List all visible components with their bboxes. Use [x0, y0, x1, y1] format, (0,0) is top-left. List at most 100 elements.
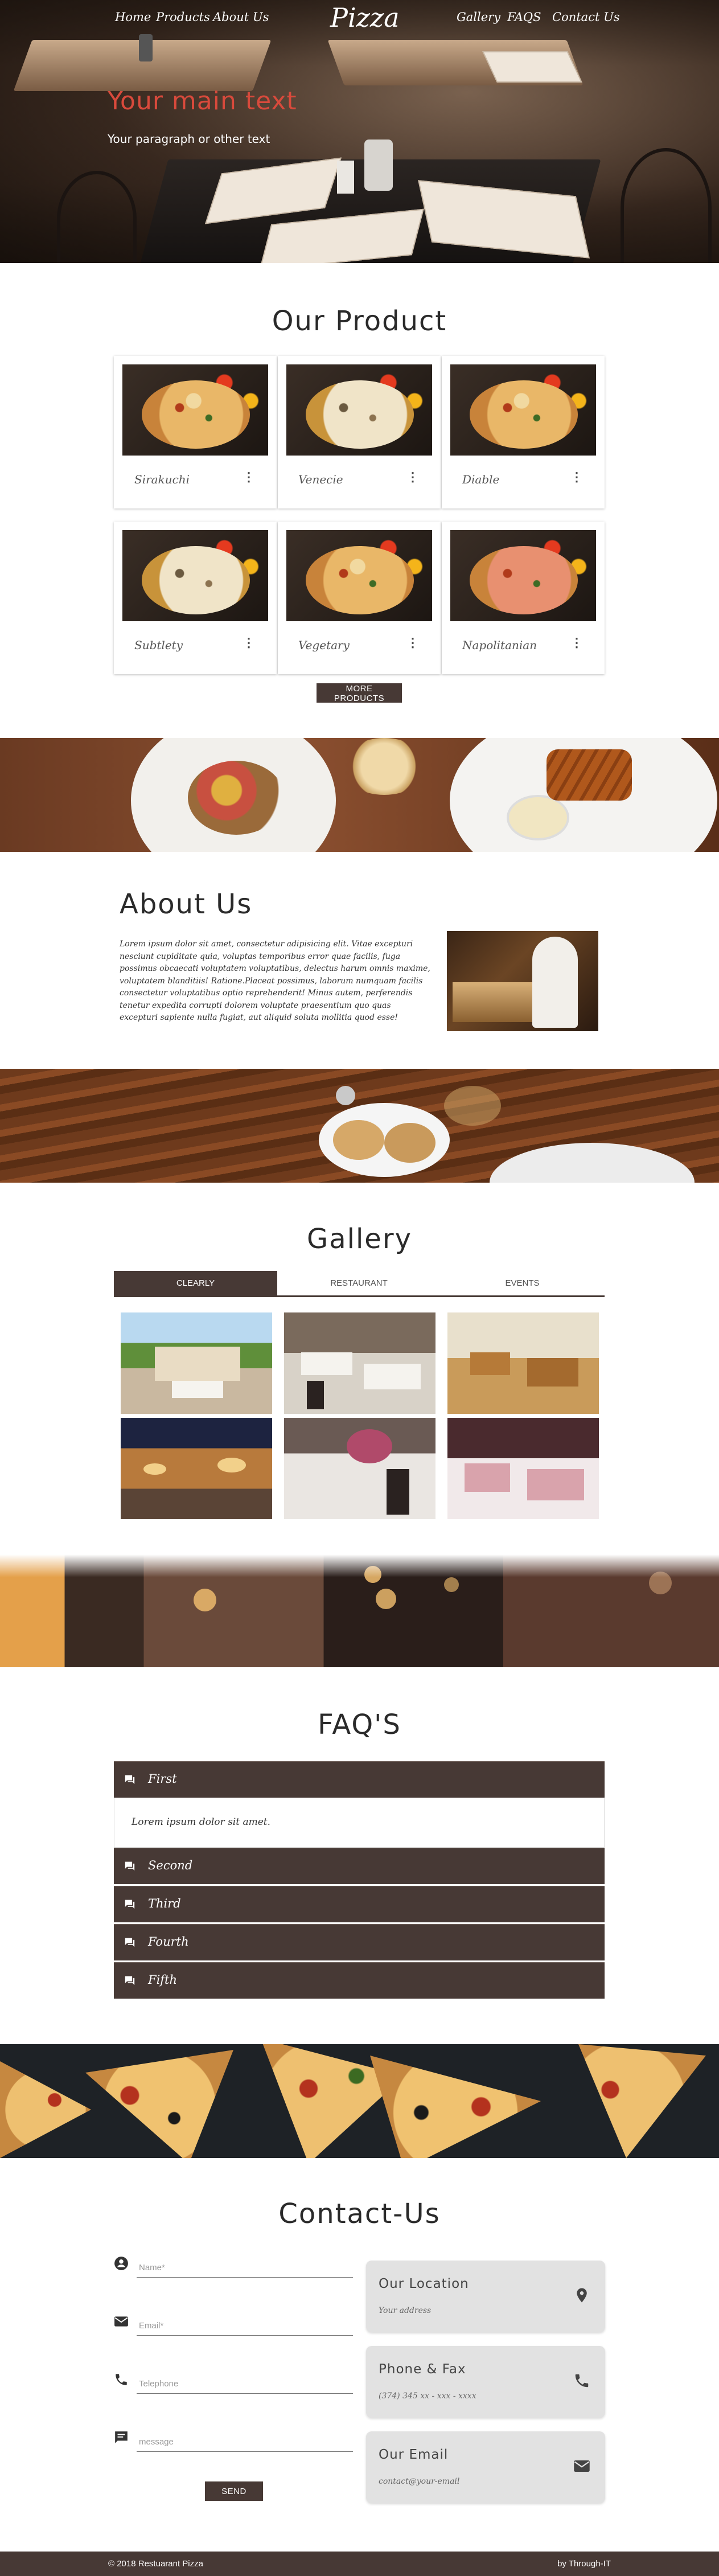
main-navigation: Home Products About Us Pizza Gallery FAQ… [0, 0, 719, 36]
faq-item-third[interactable]: Third [114, 1886, 605, 1922]
more-vert-icon[interactable]: ⋮ [243, 637, 255, 649]
product-image [122, 364, 268, 456]
gallery-image[interactable] [284, 1312, 435, 1414]
product-card[interactable]: Vegetary ⋮ [278, 522, 441, 674]
glass-image [444, 1086, 501, 1126]
gallery-title: Gallery [307, 1223, 412, 1255]
parallax-pizza-band [0, 2044, 719, 2158]
parallax-bread-band [0, 1069, 719, 1183]
location-pin-icon [577, 2288, 587, 2303]
hero-chair [57, 171, 137, 263]
about-chef-image [447, 931, 598, 1031]
hero-condiment [139, 34, 153, 61]
fries-image [547, 749, 632, 801]
about-title: About Us [120, 888, 253, 920]
chat-icon [115, 2431, 128, 2443]
about-text: Lorem ipsum dolor sit amet, consectetur … [120, 940, 430, 1022]
tab-events[interactable]: EVENTS [441, 1271, 604, 1295]
parallax-bokeh-band [0, 1554, 719, 1667]
contact-title: Contact-Us [278, 2198, 441, 2230]
more-vert-icon[interactable]: ⋮ [243, 471, 255, 483]
question-answer-icon [125, 1861, 135, 1871]
question-answer-icon [125, 1900, 135, 1909]
hero-napkin-holder [337, 161, 354, 194]
faq-item-first[interactable]: First [114, 1761, 605, 1798]
gallery-image[interactable] [284, 1418, 435, 1519]
faq-label: Third [148, 1897, 181, 1910]
product-name: Subtlety [134, 638, 183, 652]
nav-faqs[interactable]: FAQS [507, 10, 541, 24]
person-icon [114, 2257, 128, 2270]
tab-restaurant[interactable]: RESTAURANT [277, 1271, 441, 1295]
phone-icon [116, 2374, 127, 2385]
nav-contact-us[interactable]: Contact Us [552, 10, 620, 24]
gallery-image[interactable] [447, 1418, 599, 1519]
name-field[interactable] [137, 2255, 353, 2278]
product-image [450, 364, 596, 456]
product-name: Venecie [298, 473, 343, 486]
email-card: Our Email contact@your-email [366, 2431, 605, 2503]
more-vert-icon[interactable]: ⋮ [406, 637, 419, 649]
email-card-title: Our Email [379, 2447, 449, 2462]
faq-item-fifth[interactable]: Fifth [114, 1962, 605, 1999]
telephone-field[interactable] [137, 2371, 353, 2394]
mail-icon [114, 2316, 128, 2327]
product-image [286, 364, 432, 456]
bread-roll [333, 1120, 384, 1160]
faq-item-fourth[interactable]: Fourth [114, 1924, 605, 1960]
nav-gallery[interactable]: Gallery [457, 10, 500, 24]
email-field[interactable] [137, 2313, 353, 2336]
hero-chair [621, 148, 712, 263]
plate-food [188, 761, 285, 835]
hero-placemat [482, 51, 582, 83]
brand-logo[interactable]: Pizza [330, 2, 400, 33]
footer-credit[interactable]: by Through-IT [557, 2559, 611, 2569]
faq-answer-text: Lorem ipsum dolor sit amet. [132, 1816, 271, 1828]
salt-shaker [336, 1086, 355, 1105]
message-field[interactable] [137, 2429, 353, 2452]
hero-section: Your main text Your paragraph or other t… [0, 0, 719, 263]
products-title: Our Product [272, 305, 447, 337]
product-image [122, 530, 268, 621]
footer: © 2018 Restuarant Pizza by Through-IT [0, 2552, 719, 2576]
question-answer-icon [125, 1976, 135, 1986]
gallery-image[interactable] [447, 1312, 599, 1414]
faq-answer: Lorem ipsum dolor sit amet. [114, 1798, 605, 1848]
product-card[interactable]: Sirakuchi ⋮ [114, 356, 277, 508]
tab-clearly[interactable]: CLEARLY [114, 1271, 277, 1295]
faq-label: Second [148, 1859, 193, 1872]
question-answer-icon [125, 1775, 135, 1785]
location-card-value: Your address [379, 2306, 432, 2315]
product-card[interactable]: Napolitanian ⋮ [442, 522, 605, 674]
location-card: Our Location Your address [366, 2261, 605, 2332]
gallery-image[interactable] [121, 1418, 272, 1519]
phone-icon [575, 2374, 589, 2388]
product-image [286, 530, 432, 621]
nav-products[interactable]: Products [156, 10, 210, 24]
nav-home[interactable]: Home [115, 10, 151, 24]
faq-label: Fourth [148, 1935, 189, 1949]
more-products-button[interactable]: MORE PRODUCTS [317, 683, 402, 703]
parallax-food-band [0, 738, 719, 852]
product-card[interactable]: Diable ⋮ [442, 356, 605, 508]
faq-label: First [148, 1772, 177, 1786]
product-image [450, 530, 596, 621]
more-vert-icon[interactable]: ⋮ [570, 637, 583, 649]
footer-copyright: © 2018 Restuarant Pizza [108, 2559, 203, 2569]
question-answer-icon [125, 1938, 135, 1947]
plate-image [490, 1143, 695, 1183]
faq-item-second[interactable]: Second [114, 1848, 605, 1884]
location-card-title: Our Location [379, 2276, 469, 2291]
phone-card-value: (374) 345 xx - xxx - xxxx [379, 2392, 476, 2401]
product-card[interactable]: Venecie ⋮ [278, 356, 441, 508]
product-card[interactable]: Subtlety ⋮ [114, 522, 277, 674]
send-button[interactable]: SEND [205, 2481, 263, 2501]
mail-icon [574, 2460, 590, 2472]
nav-about-us[interactable]: About Us [213, 10, 269, 24]
faq-title: FAQ'S [318, 1709, 401, 1741]
gallery-image[interactable] [121, 1312, 272, 1414]
more-vert-icon[interactable]: ⋮ [406, 471, 419, 483]
more-vert-icon[interactable]: ⋮ [570, 471, 583, 483]
hero-paragraph: Your paragraph or other text [108, 132, 270, 146]
bread-image [342, 738, 427, 795]
